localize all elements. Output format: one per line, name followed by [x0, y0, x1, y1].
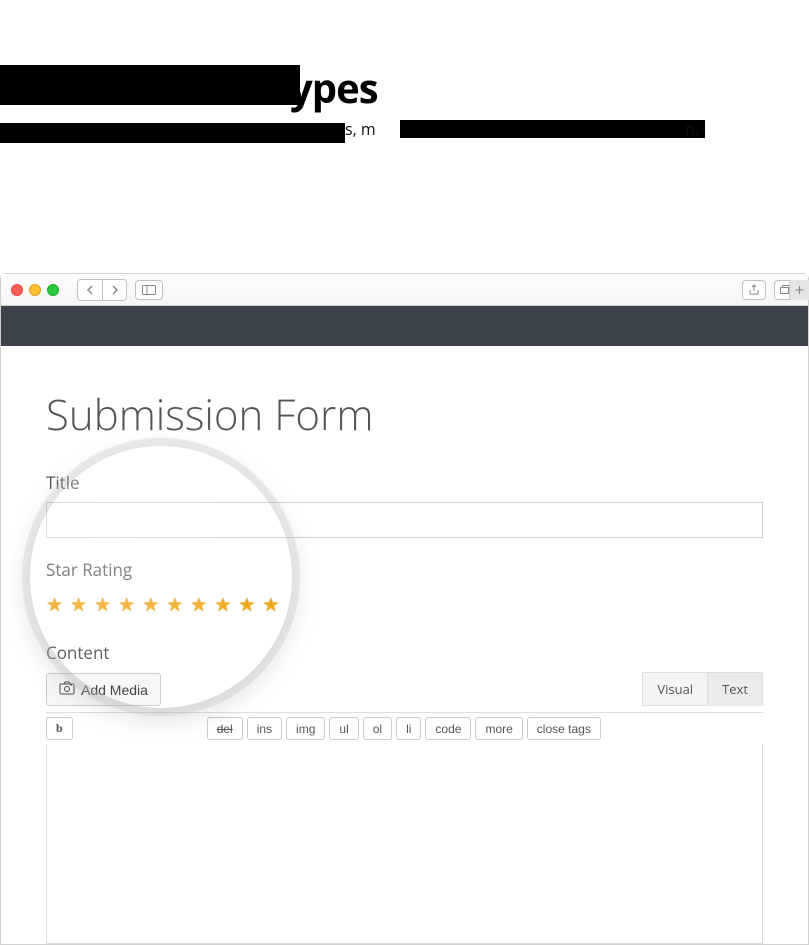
star-icon[interactable]: ★ [238, 591, 255, 617]
admin-bar [1, 306, 808, 346]
toolbar-close-tags-button[interactable]: close tags [527, 717, 601, 740]
maximize-window-button[interactable] [47, 284, 59, 296]
toolbar-code-button[interactable]: code [425, 717, 471, 740]
share-button[interactable] [742, 280, 766, 300]
page-subtitle-fragment: s, m [345, 118, 376, 140]
new-tab-button[interactable]: + [789, 280, 809, 300]
page-title: Submission Form [46, 386, 763, 443]
forward-button[interactable] [102, 280, 126, 300]
add-media-label: Add Media [81, 682, 148, 698]
title-input[interactable] [46, 502, 763, 538]
camera-icon [59, 681, 75, 698]
toolbar-ins-button[interactable]: ins [247, 717, 282, 740]
browser-window: + Submission Form Title Star Rating ★ ★ … [0, 273, 809, 945]
star-rating[interactable]: ★ ★ ★ ★ ★ ★ ★ ★ ★ ★ [46, 591, 763, 617]
toolbar-img-button[interactable]: img [286, 717, 325, 740]
star-icon[interactable]: ★ [190, 591, 207, 617]
editor-toolbar: b del ins img ul ol li code more close t… [46, 712, 763, 744]
content-editor[interactable] [46, 744, 763, 944]
toolbar-del-button[interactable]: del [207, 717, 243, 740]
page-subtitle-fragment-2: n. [685, 118, 699, 140]
browser-chrome [1, 274, 808, 306]
star-icon[interactable]: ★ [142, 591, 159, 617]
content-label: Content [46, 641, 763, 664]
tab-text[interactable]: Text [707, 672, 763, 706]
tab-visual[interactable]: Visual [642, 672, 708, 706]
sidebar-toggle-button[interactable] [135, 280, 163, 300]
back-button[interactable] [78, 280, 102, 300]
close-window-button[interactable] [11, 284, 23, 296]
rating-label: Star Rating [46, 558, 763, 581]
star-icon[interactable]: ★ [214, 591, 231, 617]
title-label: Title [46, 471, 763, 494]
toolbar-ol-button[interactable]: ol [363, 717, 392, 740]
star-icon[interactable]: ★ [46, 591, 63, 617]
star-icon[interactable]: ★ [70, 591, 87, 617]
toolbar-bold-button[interactable]: b [46, 717, 73, 740]
add-media-button[interactable]: Add Media [46, 673, 161, 706]
star-icon[interactable]: ★ [262, 591, 279, 617]
minimize-window-button[interactable] [29, 284, 41, 296]
star-icon[interactable]: ★ [94, 591, 111, 617]
star-icon[interactable]: ★ [166, 591, 183, 617]
page-heading-fragment: ypes [290, 60, 378, 115]
toolbar-ul-button[interactable]: ul [329, 717, 358, 740]
toolbar-more-button[interactable]: more [475, 717, 522, 740]
star-icon[interactable]: ★ [118, 591, 135, 617]
toolbar-li-button[interactable]: li [396, 717, 421, 740]
